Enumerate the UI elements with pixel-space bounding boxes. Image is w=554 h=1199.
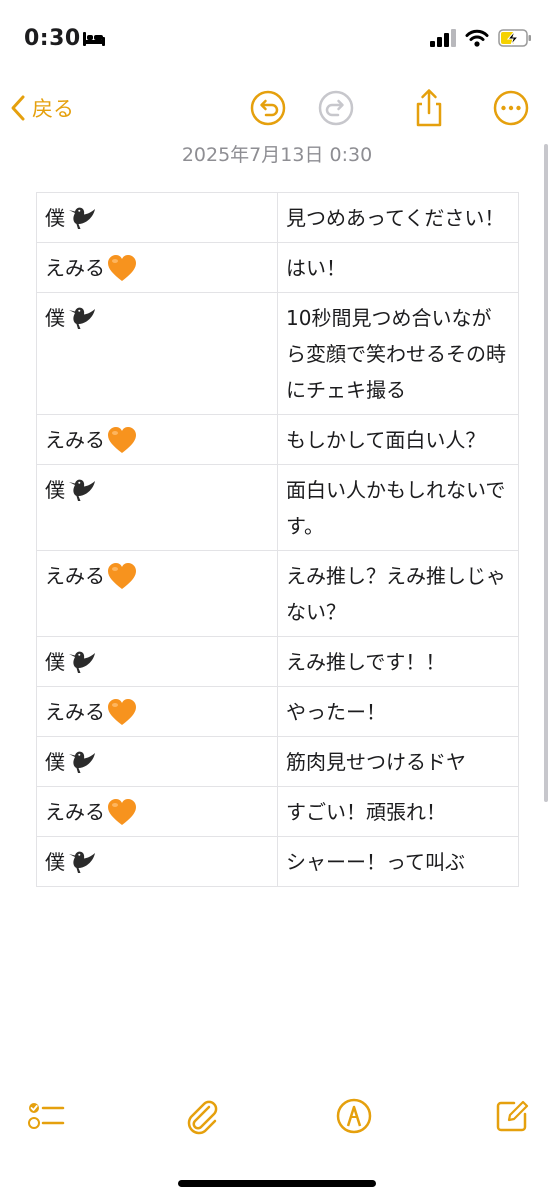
checklist-icon[interactable] <box>26 1096 66 1136</box>
message-cell[interactable]: シャーー！って叫ぶ <box>277 836 519 887</box>
table-row[interactable]: 僕 見つめあってください！ <box>36 192 519 243</box>
speaker-name: 僕 <box>45 306 65 330</box>
black-bird-icon <box>69 207 95 229</box>
table-row[interactable]: 僕 えみ推しです！！ <box>36 636 519 687</box>
speaker-label: えみる <box>45 558 138 594</box>
home-indicator[interactable] <box>178 1180 376 1187</box>
speaker-name: 僕 <box>45 478 65 502</box>
orange-heart-icon <box>108 427 136 453</box>
markup-pen-icon[interactable] <box>334 1096 374 1136</box>
sleep-focus-icon <box>83 32 105 46</box>
speaker-name: えみる <box>45 256 105 280</box>
paperclip-icon[interactable] <box>182 1096 222 1136</box>
table-row[interactable]: 僕 面白い人かもしれないです。 <box>36 464 519 551</box>
speaker-cell[interactable]: 僕 <box>36 636 278 687</box>
back-label: 戻る <box>32 97 74 121</box>
speaker-name: えみる <box>45 700 105 724</box>
speaker-name: えみる <box>45 564 105 588</box>
speaker-name: えみる <box>45 800 105 824</box>
black-bird-icon <box>69 751 95 773</box>
speaker-name: 僕 <box>45 750 65 774</box>
speaker-label: 僕 <box>45 472 98 508</box>
orange-heart-icon <box>108 563 136 589</box>
bottom-toolbar <box>0 1090 554 1142</box>
scroll-indicator[interactable] <box>544 144 548 802</box>
speaker-cell[interactable]: 僕 <box>36 292 278 415</box>
table-row[interactable]: 僕 10秒間見つめ合いながら変顔で笑わせるその時にチェキ撮る <box>36 292 519 415</box>
message-cell[interactable]: 10秒間見つめ合いながら変顔で笑わせるその時にチェキ撮る <box>277 292 519 415</box>
message-cell[interactable]: 面白い人かもしれないです。 <box>277 464 519 551</box>
speaker-label: 僕 <box>45 300 98 336</box>
wifi-icon <box>465 29 489 47</box>
speaker-cell[interactable]: えみる <box>36 786 278 837</box>
table-row[interactable]: えみる もしかして面白い人？ <box>36 414 519 465</box>
speaker-label: 僕 <box>45 844 98 880</box>
speaker-label: 僕 <box>45 644 98 680</box>
battery-charging-icon <box>498 29 531 47</box>
note-date: 2025年7月13日 0:30 <box>181 144 373 166</box>
black-bird-icon <box>69 479 95 501</box>
share-icon[interactable] <box>409 88 449 128</box>
speaker-cell[interactable]: えみる <box>36 686 278 737</box>
message-cell[interactable]: えみ推し？えみ推しじゃない？ <box>277 550 519 637</box>
orange-heart-icon <box>108 799 136 825</box>
message-cell[interactable]: すごい！頑張れ！ <box>277 786 519 837</box>
speaker-label: えみる <box>45 694 138 730</box>
speaker-cell[interactable]: 僕 <box>36 464 278 551</box>
speaker-cell[interactable]: えみる <box>36 242 278 293</box>
note-table[interactable]: 僕 見つめあってください！ えみる はい！ 僕 10秒間見つめ合いながら変顔で笑わせるその… <box>36 192 519 887</box>
speaker-name: 僕 <box>45 206 65 230</box>
compose-icon[interactable] <box>492 1096 532 1136</box>
message-cell[interactable]: やったー！ <box>277 686 519 737</box>
orange-heart-icon <box>108 255 136 281</box>
speaker-cell[interactable]: えみる <box>36 550 278 637</box>
message-cell[interactable]: えみ推しです！！ <box>277 636 519 687</box>
table-row[interactable]: 僕 シャーー！って叫ぶ <box>36 836 519 887</box>
table-row[interactable]: えみる すごい！頑張れ！ <box>36 786 519 837</box>
navigation-bar: 戻る <box>0 84 554 132</box>
speaker-cell[interactable]: 僕 <box>36 192 278 243</box>
table-row[interactable]: えみる はい！ <box>36 242 519 293</box>
speaker-name: 僕 <box>45 850 65 874</box>
speaker-label: えみる <box>45 250 138 286</box>
message-cell[interactable]: はい！ <box>277 242 519 293</box>
message-cell[interactable]: 筋肉見せつけるドヤ <box>277 736 519 787</box>
status-time: 0:30 <box>24 26 81 51</box>
back-button[interactable]: 戻る <box>10 90 74 126</box>
undo-icon[interactable] <box>248 88 288 128</box>
status-indicators <box>430 29 532 47</box>
speaker-cell[interactable]: 僕 <box>36 736 278 787</box>
speaker-label: 僕 <box>45 744 98 780</box>
message-cell[interactable]: もしかして面白い人？ <box>277 414 519 465</box>
table-row[interactable]: えみる えみ推し？えみ推しじゃない？ <box>36 550 519 637</box>
ellipsis-circle-icon[interactable] <box>491 88 531 128</box>
cellular-signal-icon <box>430 29 456 47</box>
speaker-cell[interactable]: 僕 <box>36 836 278 887</box>
status-bar: 0:30 <box>0 0 554 80</box>
speaker-label: 僕 <box>45 200 98 236</box>
orange-heart-icon <box>108 699 136 725</box>
speaker-name: 僕 <box>45 650 65 674</box>
black-bird-icon <box>69 851 95 873</box>
speaker-cell[interactable]: えみる <box>36 414 278 465</box>
black-bird-icon <box>69 307 95 329</box>
speaker-label: えみる <box>45 422 138 458</box>
message-cell[interactable]: 見つめあってください！ <box>277 192 519 243</box>
table-row[interactable]: 僕 筋肉見せつけるドヤ <box>36 736 519 787</box>
table-row[interactable]: えみる やったー！ <box>36 686 519 737</box>
redo-icon[interactable] <box>316 88 356 128</box>
speaker-name: えみる <box>45 428 105 452</box>
black-bird-icon <box>69 651 95 673</box>
speaker-label: えみる <box>45 794 138 830</box>
chevron-left-icon <box>11 95 25 121</box>
